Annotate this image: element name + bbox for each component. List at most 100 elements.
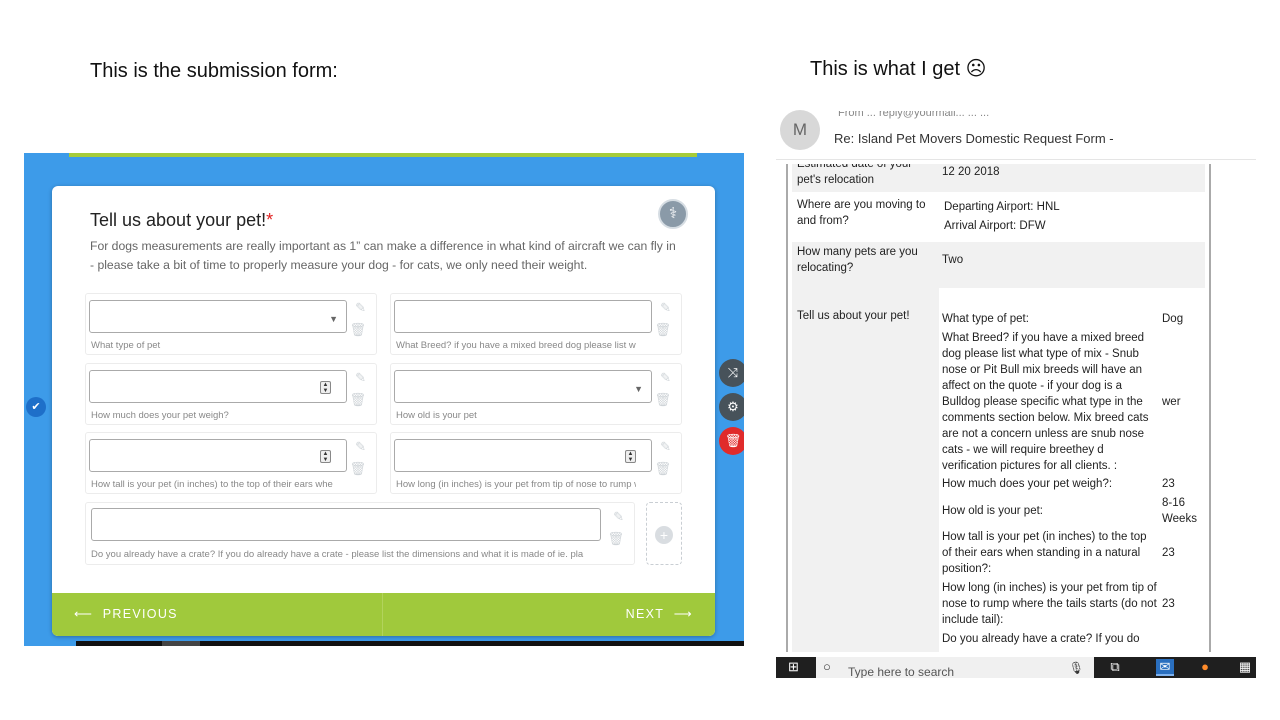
field-label: How tall is your pet (in inches) to the … [91,479,333,490]
pet-weight-input[interactable]: ▲ ▼ [89,370,347,403]
shuffle-icon[interactable]: ⤨ [719,359,744,387]
trash-icon[interactable]: 🗑 [607,531,624,547]
trash-icon[interactable]: 🗑 [654,461,671,477]
sub-question: How much does your pet weigh?: [942,478,1113,490]
field-pet-breed: What Breed? if you have a mixed breed do… [390,293,682,355]
edit-icon[interactable]: ✎ [355,439,366,455]
edit-icon[interactable]: ✎ [613,509,624,525]
row-question: Where are you moving to and from? [797,199,926,227]
caption-submission-form: This is the submission form: [90,60,338,82]
edit-icon[interactable]: ✎ [660,370,671,386]
field-pet-weight: ▲ ▼ How much does your pet weigh? ✎ 🗑 [85,363,377,425]
email-body: Estimated date of your pet's relocation … [786,164,1211,652]
search-input[interactable]: Type here to search [848,665,954,678]
field-label: Do you already have a crate? If you do a… [91,549,584,560]
next-button[interactable]: NEXT ⟶ [626,606,693,621]
check-icon[interactable]: ✔ [26,397,46,417]
chevron-down-icon: ▼ [634,384,643,394]
crate-input[interactable] [91,508,601,541]
pet-age-select[interactable]: ▼ [394,370,652,403]
field-label: How old is your pet [396,410,477,421]
field-pet-length: ▲ ▼ How long (in inches) is your pet from… [390,432,682,494]
firefox-icon[interactable]: ● [1196,659,1214,676]
sub-answer: 23 [1162,478,1175,490]
previous-section-edge [69,153,697,157]
avatar: M [780,110,820,150]
sub-question: What Breed? if you have a mixed breed do… [942,332,1149,472]
form-title: Tell us about your pet!* [90,210,273,231]
sub-question: Do you already have a crate? If you do [942,633,1140,645]
window-bottom-edge [76,641,744,646]
field-pet-age: ▼ How old is your pet ✎ 🗑 [390,363,682,425]
pet-height-input[interactable]: ▲ ▼ [89,439,347,472]
gear-icon[interactable]: ⚙ [719,393,744,421]
sub-question: What type of pet: [942,313,1029,325]
task-view-icon[interactable]: ⧉ [1106,659,1124,676]
edit-icon[interactable]: ✎ [660,300,671,316]
previous-button[interactable]: ⟵ PREVIOUS [74,606,178,621]
sub-question: How long (in inches) is your pet from ti… [942,582,1157,626]
email-header: M From ... reply@yourmail... ... ... Re:… [776,108,1256,160]
form-description: For dogs measurements are really importa… [90,239,676,272]
number-spinner-icon[interactable]: ▲ ▼ [320,381,331,394]
required-mark: * [266,210,274,230]
outlook-icon[interactable]: ✉ [1156,659,1174,676]
sub-question: How tall is your pet (in inches) to the … [942,531,1147,575]
microphone-icon[interactable]: 🎙 [1069,661,1084,675]
field-pet-height: ▲ ▼ How tall is your pet (in inches) to t… [85,432,377,494]
taskbar-search[interactable]: ○ Type here to search 🎙 [816,657,1094,678]
sub-answer: wer [1162,396,1181,408]
row-answer: 12 20 2018 [942,166,1000,178]
trash-icon[interactable]: 🗑 [654,392,671,408]
pet-type-select[interactable]: ▼ [89,300,347,333]
add-field-slot[interactable]: + [646,502,682,565]
row-question: How many pets are you relocating? [797,246,918,274]
delete-icon[interactable]: 🗑 [719,427,744,455]
sub-answer: 23 [1162,547,1175,559]
field-crate: Do you already have a crate? If you do a… [85,502,635,565]
windows-taskbar: ⊞ ○ Type here to search 🎙 ⧉ ✉ ● ▦ [776,657,1256,678]
row-answer: Arrival Airport: DFW [944,220,1046,232]
form-navigation: ⟵ PREVIOUS NEXT ⟶ [52,593,715,636]
windows-start-icon[interactable]: ⊞ [788,660,802,674]
field-label: What type of pet [91,340,161,351]
email-row: Estimated date of your pet's relocation … [792,164,1205,192]
email-row: How many pets are you relocating? Two [792,242,1205,288]
nav-divider [382,593,383,636]
trash-icon[interactable]: 🗑 [349,322,366,338]
caption-result: This is what I get ☹ [810,58,987,80]
number-spinner-icon[interactable]: ▲ ▼ [320,450,331,463]
edit-icon[interactable]: ✎ [355,370,366,386]
trash-icon[interactable]: 🗑 [349,461,366,477]
trash-icon[interactable]: 🗑 [349,392,366,408]
field-label: How much does your pet weigh? [91,410,229,421]
form-screenshot: ✔ Tell us about your pet!* ⚕ For dogs me… [24,153,744,646]
field-pet-type: ▼ What type of pet ✎ 🗑 [85,293,377,355]
arrow-left-icon: ⟵ [74,607,94,621]
sub-question: How old is your pet: [942,505,1043,517]
calculator-icon[interactable]: ▦ [1236,659,1254,676]
caduceus-icon: ⚕ [658,199,688,229]
sub-answer: 23 [1162,598,1175,610]
pet-length-input[interactable]: ▲ ▼ [394,439,652,472]
plus-icon[interactable]: + [655,526,673,544]
builder-tools: ⤨ ⚙ 🗑 [719,359,744,461]
form-card: Tell us about your pet!* ⚕ For dogs meas… [52,186,715,636]
sub-answer: Dog [1162,313,1184,325]
email-row: Where are you moving to and from? Depart… [792,195,1205,241]
email-screenshot: M From ... reply@yourmail... ... ... Re:… [776,108,1256,678]
chevron-down-icon: ▼ [329,314,338,324]
field-label: What Breed? if you have a mixed breed do… [396,340,636,351]
edit-icon[interactable]: ✎ [660,439,671,455]
edit-icon[interactable]: ✎ [355,300,366,316]
arrow-right-icon: ⟶ [673,607,693,621]
number-spinner-icon[interactable]: ▲ ▼ [625,450,636,463]
row-question: Estimated date of your pet's relocation [797,164,913,186]
field-label: How long (in inches) is your pet from ti… [396,479,636,490]
pet-breed-input[interactable] [394,300,652,333]
email-row: Tell us about your pet! What type of pet… [792,288,1205,652]
row-answer: Departing Airport: HNL [944,201,1060,213]
next-label: NEXT [625,607,665,621]
email-from: From ... reply@yourmail... ... ... [838,111,990,119]
trash-icon[interactable]: 🗑 [654,322,671,338]
